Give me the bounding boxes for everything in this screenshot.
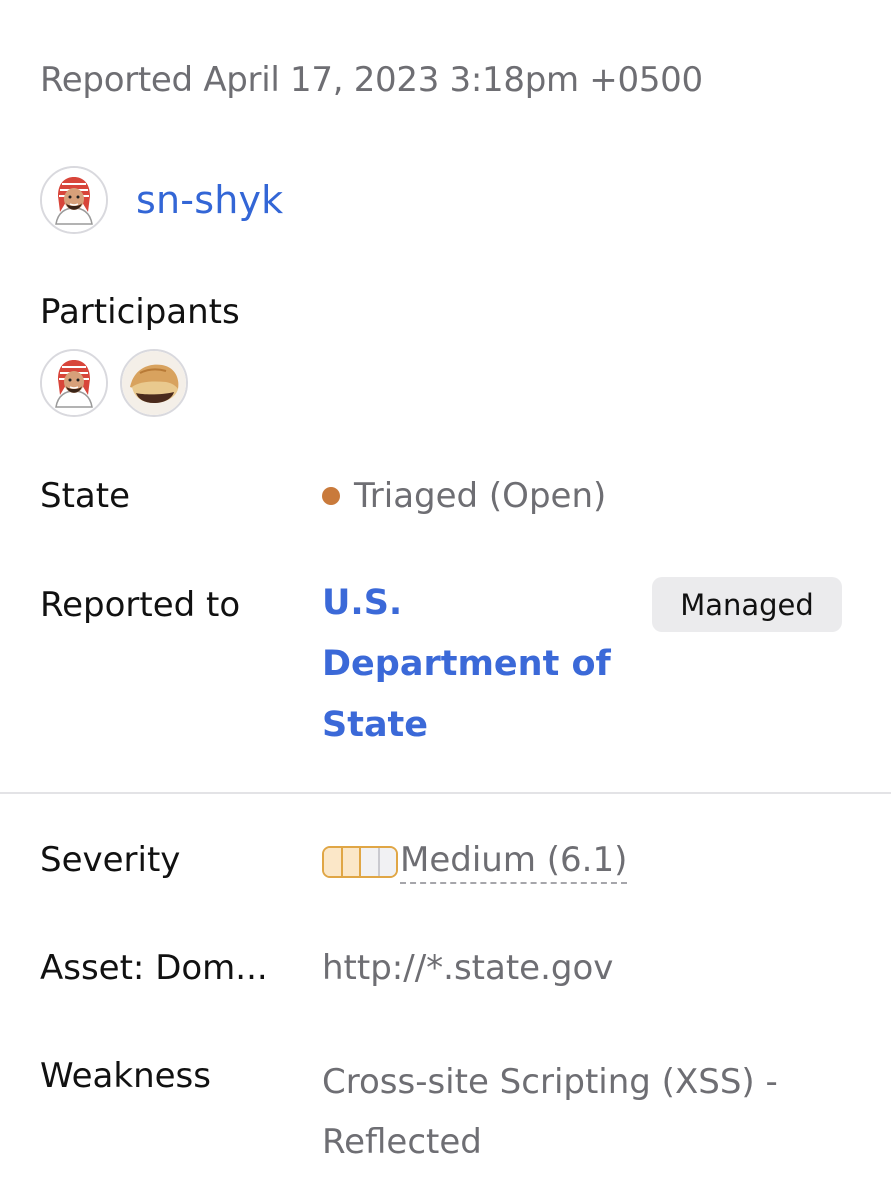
participants-list	[40, 349, 188, 417]
user-avatar-icon	[42, 168, 106, 232]
state-value: Triaged (Open)	[322, 476, 606, 516]
state-status-dot-icon	[322, 487, 340, 505]
state-text: Triaged (Open)	[354, 476, 607, 516]
state-label: State	[40, 476, 130, 516]
asset-label: Asset: Dom...	[40, 948, 268, 988]
section-divider	[0, 792, 891, 794]
severity-label: Severity	[40, 840, 181, 880]
severity-value[interactable]: Medium (6.1)	[322, 840, 628, 884]
managed-badge: Managed	[652, 577, 842, 632]
reported-to-label: Reported to	[40, 585, 241, 625]
reporter-username-link[interactable]: sn-shyk	[136, 178, 283, 222]
weakness-value: Cross-site Scripting (XSS) - Reflected	[322, 1062, 778, 1162]
reporter-avatar[interactable]	[40, 166, 108, 234]
reported-date: Reported April 17, 2023 3:18pm +0500	[40, 60, 703, 100]
pastry-avatar-icon	[122, 351, 186, 415]
severity-meter-icon	[322, 846, 398, 878]
asset-value: http://*.state.gov	[322, 948, 614, 988]
weakness-label: Weakness	[40, 1056, 211, 1096]
program-link[interactable]: U.S. Department of State	[322, 573, 622, 756]
participant-avatar-pastry[interactable]	[120, 349, 188, 417]
participant-avatar-sn-shyk[interactable]	[40, 349, 108, 417]
reporter[interactable]: sn-shyk	[40, 166, 283, 234]
participants-label: Participants	[40, 292, 240, 332]
user-avatar-icon	[42, 351, 106, 415]
severity-text[interactable]: Medium (6.1)	[400, 840, 628, 884]
